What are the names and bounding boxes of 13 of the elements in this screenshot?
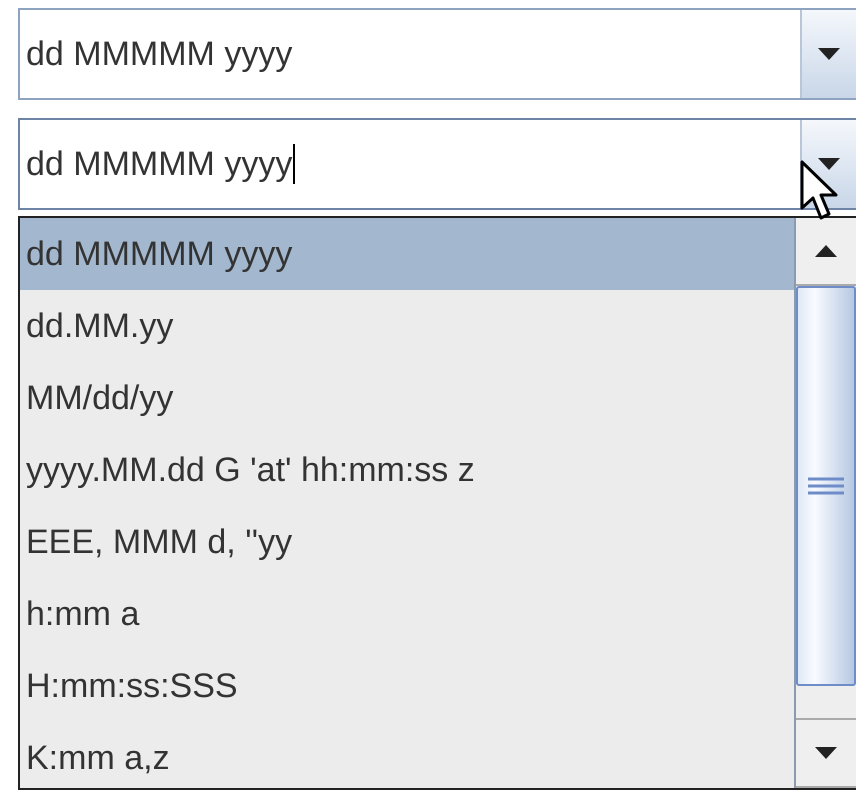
field-value: dd MMMMM yyyy — [26, 144, 292, 184]
field-value: dd MMMMM yyyy — [26, 34, 292, 74]
scroll-thumb[interactable] — [796, 286, 856, 686]
scroll-bar[interactable] — [794, 218, 856, 788]
dropdown-button[interactable] — [802, 10, 856, 98]
up-arrow-icon — [815, 245, 837, 257]
list-item[interactable]: dd MMMMM yyyy — [20, 218, 794, 290]
down-arrow-icon — [818, 48, 840, 60]
scroll-down-button[interactable] — [796, 718, 856, 788]
down-arrow-icon — [815, 747, 837, 759]
down-arrow-icon — [818, 158, 840, 170]
grip-icon — [808, 477, 844, 495]
mouse-pointer-icon — [800, 160, 840, 222]
